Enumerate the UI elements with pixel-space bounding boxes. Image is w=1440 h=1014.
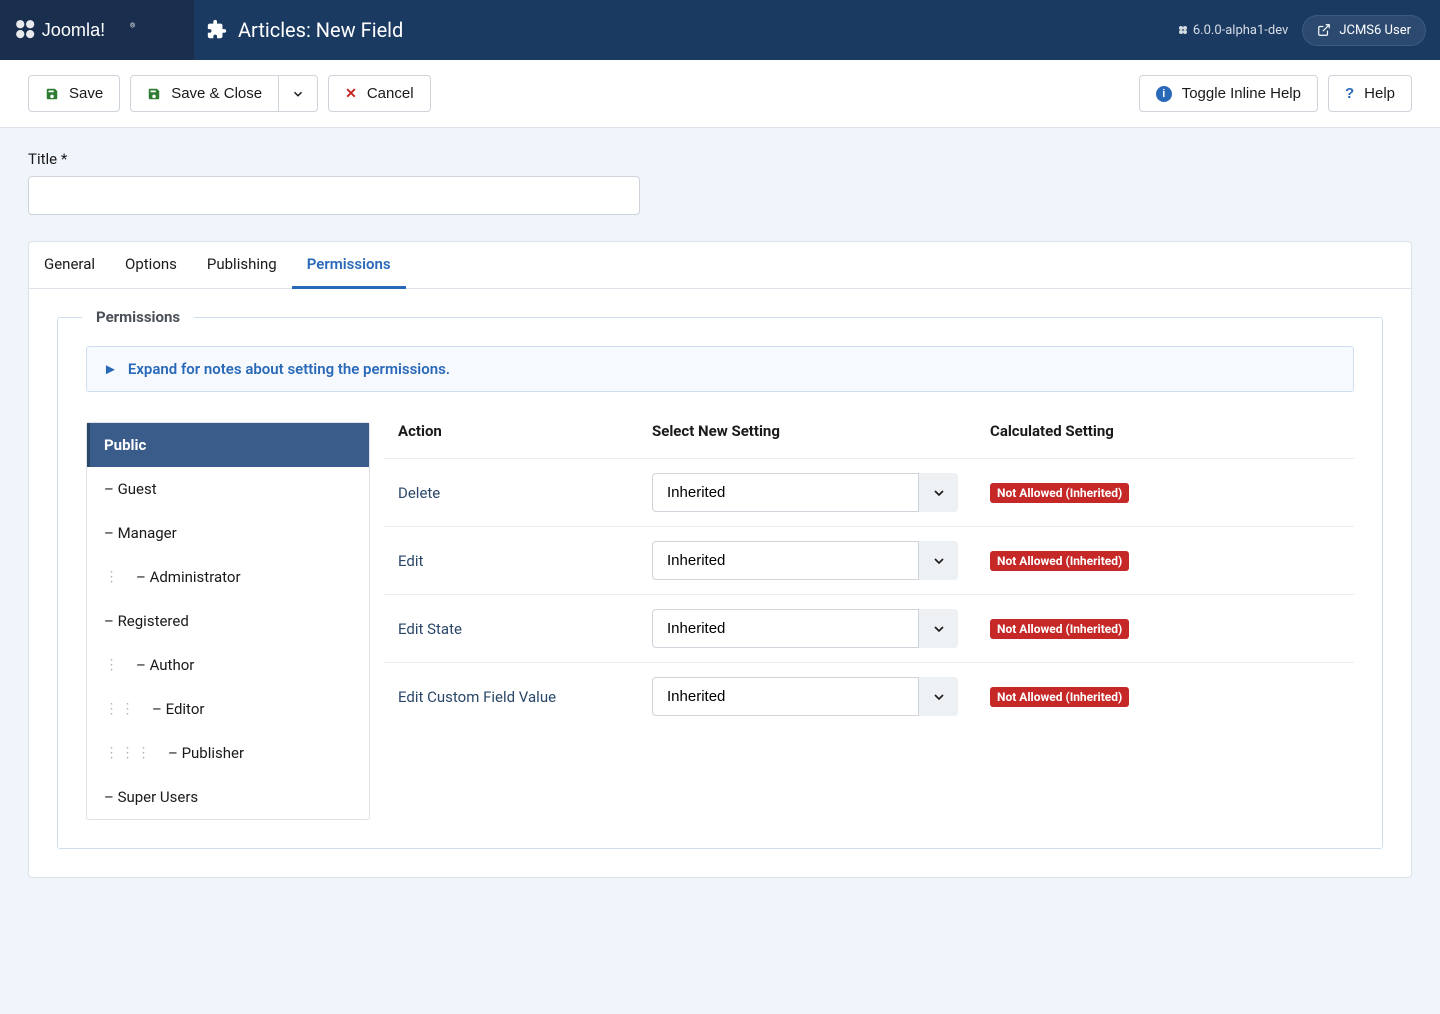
save-close-group: Save & Close (130, 75, 318, 112)
tree-indent-icon: ⋮ (104, 745, 118, 761)
permission-select[interactable]: Inherited (652, 677, 958, 716)
group-tabs: Public – Guest – Manager ⋮ – Administrator – … (86, 422, 370, 820)
version-link[interactable]: 6.0.0-alpha1-dev (1177, 23, 1288, 38)
main-content: Title * GeneralOptionsPublishingPermissi… (0, 128, 1440, 900)
permission-select[interactable]: Inherited (652, 473, 958, 512)
permission-select[interactable]: Inherited (652, 541, 958, 580)
save-close-dropdown[interactable] (279, 75, 318, 112)
save-close-button[interactable]: Save & Close (130, 75, 279, 112)
help-button[interactable]: ? Help (1328, 75, 1412, 112)
group-label: – Author (136, 656, 194, 674)
permissions-header: Action Select New Setting Calculated Set… (384, 422, 1354, 458)
action-name: Edit State (398, 620, 652, 638)
cancel-button[interactable]: ✕ Cancel (328, 75, 430, 112)
tree-indent-icon: ⋮ (136, 745, 150, 761)
calculated-badge: Not Allowed (Inherited) (990, 687, 1129, 707)
group-label: – Registered (104, 612, 189, 630)
puzzle-icon (206, 19, 228, 41)
save-icon (147, 87, 161, 101)
permission-row: Edit Custom Field ValueInherited Not Allo… (384, 662, 1354, 730)
group-tab[interactable]: – Manager (87, 511, 369, 555)
calculated-badge: Not Allowed (Inherited) (990, 483, 1129, 503)
joomla-logo-icon: Joomla! ® (12, 15, 144, 45)
user-menu[interactable]: JCMS6 User (1302, 15, 1426, 46)
permissions-fieldset: Permissions ► Expand for notes about set… (57, 317, 1383, 849)
calculated-badge: Not Allowed (Inherited) (990, 619, 1129, 639)
col-action: Action (398, 422, 652, 440)
action-name: Delete (398, 484, 652, 502)
tree-indent-icon: ⋮ (120, 701, 134, 717)
group-tab[interactable]: ⋮ – Administrator (87, 555, 369, 599)
action-name: Edit Custom Field Value (398, 688, 652, 706)
col-calc: Calculated Setting (990, 422, 1340, 440)
tab-options[interactable]: Options (110, 242, 192, 288)
tree-indent-icon: ⋮ (104, 657, 118, 673)
tab-body-permissions: Permissions ► Expand for notes about set… (29, 289, 1411, 877)
page-title: Articles: New Field (238, 18, 403, 42)
group-tab[interactable]: – Super Users (87, 775, 369, 819)
brand-logo[interactable]: Joomla! ® (0, 0, 194, 60)
permission-select[interactable]: Inherited (652, 609, 958, 648)
calculated-badge: Not Allowed (Inherited) (990, 551, 1129, 571)
info-icon: i (1156, 86, 1172, 102)
toggle-inline-help-button[interactable]: i Toggle Inline Help (1139, 75, 1318, 112)
save-icon (45, 87, 59, 101)
col-select: Select New Setting (652, 422, 990, 440)
collapse-arrow-icon: ► (103, 360, 118, 378)
title-label: Title * (28, 150, 1412, 168)
group-label: – Administrator (136, 568, 241, 586)
group-label: – Publisher (168, 744, 244, 762)
group-tab[interactable]: – Registered (87, 599, 369, 643)
tab-permissions[interactable]: Permissions (292, 242, 406, 289)
action-name: Edit (398, 552, 652, 570)
topbar-right: 6.0.0-alpha1-dev JCMS6 User (1177, 15, 1440, 46)
expand-notes-toggle[interactable]: ► Expand for notes about setting the per… (86, 346, 1354, 392)
permission-row: Edit StateInherited Not Allowed (Inherite… (384, 594, 1354, 662)
tab-general[interactable]: General (29, 242, 110, 288)
tree-indent-icon: ⋮ (104, 701, 118, 717)
svg-text:Joomla!: Joomla! (42, 20, 106, 40)
tree-indent-icon: ⋮ (104, 569, 118, 585)
group-label: – Guest (104, 480, 157, 498)
toolbar: Save Save & Close ✕ Cancel i Toggle Inli… (0, 60, 1440, 128)
permissions-table: Action Select New Setting Calculated Set… (384, 422, 1354, 820)
group-label: – Manager (104, 524, 177, 542)
chevron-down-icon (291, 87, 305, 101)
group-label: Public (104, 436, 146, 454)
tabs-container: GeneralOptionsPublishingPermissions Perm… (28, 241, 1412, 878)
tab-publishing[interactable]: Publishing (192, 242, 292, 288)
top-bar: Joomla! ® Articles: New Field 6.0.0-alph… (0, 0, 1440, 60)
svg-text:®: ® (130, 22, 135, 30)
tab-nav: GeneralOptionsPublishingPermissions (29, 242, 1411, 289)
group-tab[interactable]: – Guest (87, 467, 369, 511)
help-icon: ? (1345, 85, 1354, 102)
title-input[interactable] (28, 176, 640, 215)
group-tab[interactable]: Public (87, 423, 369, 467)
fieldset-legend: Permissions (82, 308, 194, 326)
group-tab[interactable]: ⋮⋮⋮– Publisher (87, 731, 369, 775)
close-icon: ✕ (345, 85, 357, 102)
group-tab[interactable]: ⋮⋮ – Editor (87, 687, 369, 731)
permission-row: EditInherited Not Allowed (Inherited) (384, 526, 1354, 594)
group-label: – Super Users (104, 788, 198, 806)
joomla-tiny-icon (1177, 24, 1189, 36)
external-link-icon (1317, 23, 1331, 37)
group-label: – Editor (152, 700, 204, 718)
group-tab[interactable]: ⋮ – Author (87, 643, 369, 687)
tree-indent-icon: ⋮ (120, 745, 134, 761)
permissions-layout: Public – Guest – Manager ⋮ – Administrator – … (86, 422, 1354, 820)
page-title-block: Articles: New Field (194, 18, 403, 42)
permission-row: DeleteInherited Not Allowed (Inherited) (384, 458, 1354, 526)
save-button[interactable]: Save (28, 75, 120, 112)
